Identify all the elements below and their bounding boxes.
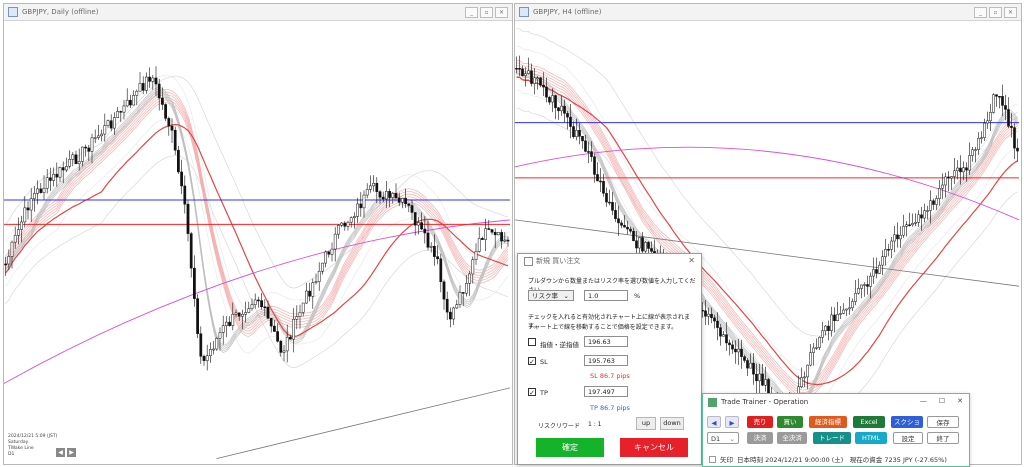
sl-checkbox[interactable]: ✓	[528, 357, 536, 366]
daily-chart-title: GBPJPY, Daily (offline)	[22, 8, 99, 16]
chart-window-icon	[8, 7, 18, 17]
chart-window-icon	[519, 7, 529, 17]
close-icon[interactable]: ✕	[688, 256, 695, 265]
prev-bar-button[interactable]: ◀	[707, 416, 721, 428]
trade-trainer-logo-icon	[708, 397, 717, 407]
sell-button[interactable]: 売り	[747, 416, 773, 428]
risk-type-select[interactable]: リスク率 ⌄	[528, 290, 574, 301]
chart-info-tf: D1	[8, 452, 15, 457]
chevron-down-icon: ⌄	[563, 292, 569, 300]
h4-chart-titlebar[interactable]: GBPJPY, H4 (offline) _ ▫ ✕	[515, 4, 1021, 21]
buy-button[interactable]: 買い	[777, 416, 803, 428]
limit-label: 指値・逆指値	[540, 341, 579, 349]
daily-chart-titlebar[interactable]: GBPJPY, Daily (offline) _ ▫ ✕	[4, 4, 512, 21]
arrow-label: 矢印	[720, 456, 733, 464]
tp-label: TP	[540, 389, 548, 397]
minimize-icon[interactable]: _	[465, 7, 478, 18]
maximize-icon[interactable]: ▫	[480, 7, 493, 18]
chart-next-button[interactable]: ▶	[67, 448, 76, 457]
trade-trainer-status-bar: 矢印 日本時刻 2024/12/21 9:00:00 (土) 現在の資金 723…	[709, 454, 947, 464]
trade-trainer-panel[interactable]: Trade Trainer - Operation — ☐ ✕ ◀ ▶ 売り 買…	[702, 393, 970, 467]
chart-info-panel: 2024/12/21 5:09 (JST) Saturday TWake Lin…	[8, 434, 57, 458]
excel-button[interactable]: Excel	[853, 416, 885, 428]
tp-price-input[interactable]: 197.497	[584, 386, 628, 397]
trade-trainer-titlebar[interactable]: Trade Trainer - Operation — ☐ ✕	[703, 394, 969, 410]
order-dialog-title: 新規 買い注文	[536, 257, 581, 265]
economic-indicator-button[interactable]: 経済指標	[809, 416, 847, 428]
trade-button[interactable]: トレード	[813, 432, 851, 444]
h4-chart-title: GBPJPY, H4 (offline)	[533, 8, 602, 16]
limit-price-input[interactable]: 196.63	[584, 336, 628, 347]
risk-unit: %	[634, 292, 641, 300]
html-button[interactable]: HTML	[855, 432, 887, 444]
dialog-icon	[524, 256, 533, 266]
risk-reward-value: 1 : 1	[588, 421, 602, 428]
screenshot-button[interactable]: スクショ	[891, 416, 923, 428]
sl-price-input[interactable]: 195.763	[584, 355, 628, 366]
minimize-icon[interactable]: —	[920, 397, 927, 405]
close-icon[interactable]: ✕	[495, 7, 508, 18]
maximize-icon[interactable]: ☐	[939, 397, 945, 405]
up-button[interactable]: up	[636, 417, 656, 430]
cancel-button[interactable]: キャンセル	[620, 438, 688, 457]
settle-all-button[interactable]: 全決済	[777, 432, 807, 444]
timeframe-select[interactable]: D1 ⌄	[707, 432, 739, 444]
daily-chart-window[interactable]: GBPJPY, Daily (offline) _ ▫ ✕ 2024/12/21…	[3, 3, 513, 465]
timeframe-value: D1	[711, 435, 721, 443]
confirm-button[interactable]: 確定	[536, 438, 604, 457]
sl-label: SL	[540, 358, 548, 366]
next-bar-button[interactable]: ▶	[725, 416, 739, 428]
save-button[interactable]: 保存	[927, 416, 959, 428]
sl-pips: SL 86.7 pips	[590, 372, 630, 380]
minimize-icon[interactable]: _	[974, 7, 987, 18]
risk-reward-label: リスクリワード	[538, 423, 581, 430]
settings-button[interactable]: 設定	[893, 432, 923, 444]
tp-pips: TP 86.7 pips	[590, 404, 630, 412]
order-note-2: チャート上で線を移動することで価格を設定できます。	[528, 324, 678, 331]
chart-prev-button[interactable]: ◀	[56, 448, 65, 457]
indicator-lines	[4, 74, 510, 459]
risk-value-input[interactable]: 1.0	[584, 290, 628, 301]
close-icon[interactable]: ✕	[1004, 7, 1017, 18]
settle-button[interactable]: 決済	[747, 432, 773, 444]
down-button[interactable]: down	[660, 417, 684, 430]
tp-checkbox[interactable]: ✓	[528, 388, 536, 397]
trade-trainer-title: Trade Trainer - Operation	[721, 398, 809, 406]
time-and-balance: 日本時刻 2024/12/21 9:00:00 (土) 現在の資金 7235 J…	[737, 456, 947, 464]
candlesticks	[4, 66, 510, 371]
limit-checkbox[interactable]	[528, 338, 536, 346]
buy-order-dialog[interactable]: 新規 買い注文 ✕ プルダウンから数量またはリスク率を選び数値を入力してください…	[517, 253, 702, 465]
risk-type-value: リスク率	[532, 292, 558, 300]
chevron-down-icon: ⌄	[729, 435, 735, 443]
close-icon[interactable]: ✕	[957, 397, 963, 405]
order-dialog-titlebar[interactable]: 新規 買い注文 ✕	[518, 254, 701, 268]
exit-button[interactable]: 終了	[927, 432, 959, 444]
arrow-checkbox[interactable]	[709, 455, 716, 463]
daily-price-chart[interactable]	[4, 21, 510, 463]
maximize-icon[interactable]: ▫	[989, 7, 1002, 18]
